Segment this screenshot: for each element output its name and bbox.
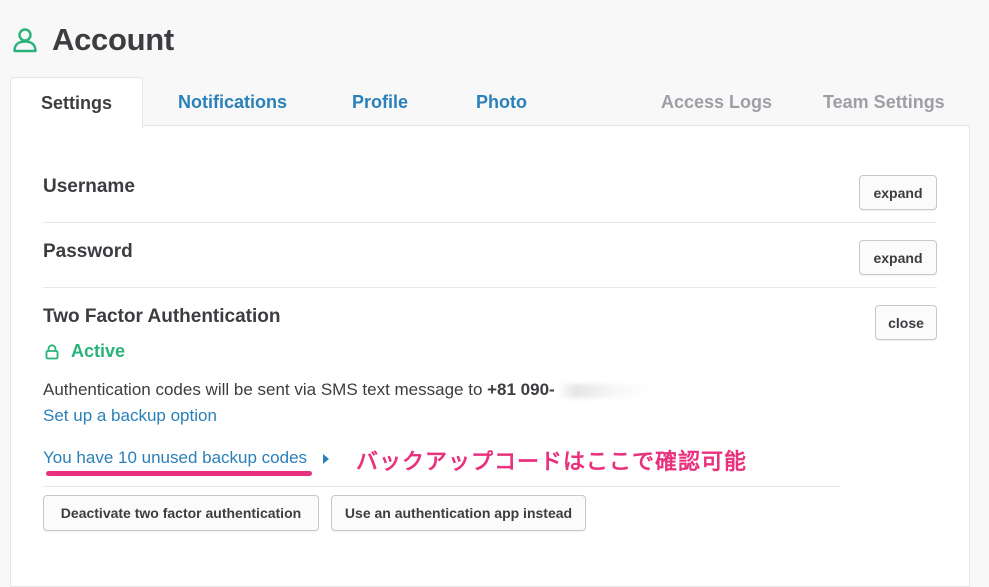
two-factor-title: Two Factor Authentication — [43, 306, 281, 327]
backup-codes-link[interactable]: You have 10 unused backup codes — [43, 448, 307, 468]
divider — [43, 287, 937, 288]
annotation-underline — [46, 471, 312, 476]
tab-team-settings[interactable]: Team Settings — [823, 77, 945, 126]
lock-icon — [45, 343, 59, 359]
settings-panel: Username expand Password expand Two Fact… — [10, 125, 970, 587]
password-title: Password — [43, 241, 133, 262]
two-factor-section: Two Factor Authentication — [43, 306, 937, 328]
page-title: Account — [52, 22, 174, 57]
status-badge: Active — [45, 341, 125, 362]
phone-number: +81 090- — [487, 380, 555, 399]
annotation-note: バックアップコードはここで確認可能 — [356, 449, 748, 474]
username-title: Username — [43, 176, 135, 197]
tab-bar: Settings Notifications Profile Photo Acc… — [0, 77, 989, 128]
use-auth-app-button[interactable]: Use an authentication app instead — [331, 495, 586, 531]
status-text: Active — [71, 341, 126, 361]
two-factor-close-button[interactable]: close — [875, 305, 937, 340]
username-section: Username — [43, 176, 937, 198]
sms-description: Authentication codes will be sent via SM… — [43, 380, 649, 400]
username-expand-button[interactable]: expand — [859, 175, 937, 210]
password-section: Password — [43, 241, 937, 263]
redacted-phone — [556, 383, 649, 398]
deactivate-2fa-button[interactable]: Deactivate two factor authentication — [43, 495, 319, 531]
tab-profile[interactable]: Profile — [352, 77, 408, 126]
sms-text: Authentication codes will be sent via SM… — [43, 380, 488, 399]
backup-option-link[interactable]: Set up a backup option — [43, 406, 217, 426]
tab-notifications[interactable]: Notifications — [178, 77, 287, 126]
page-header: Account — [12, 22, 174, 58]
caret-right-icon[interactable] — [323, 454, 329, 464]
divider — [43, 222, 937, 223]
password-expand-button[interactable]: expand — [859, 240, 937, 275]
tab-photo[interactable]: Photo — [476, 77, 527, 126]
tab-access-logs[interactable]: Access Logs — [661, 77, 772, 126]
divider — [43, 486, 841, 487]
user-icon — [13, 28, 37, 53]
tab-settings[interactable]: Settings — [10, 77, 143, 128]
